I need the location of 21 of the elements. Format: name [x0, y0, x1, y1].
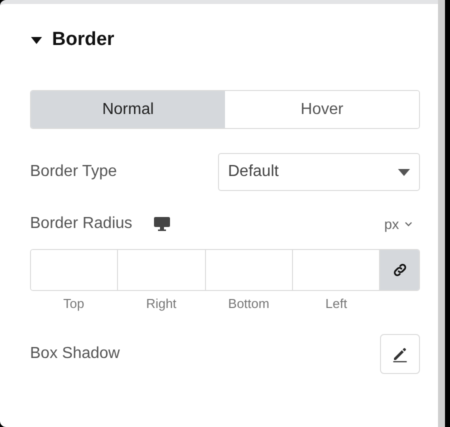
side-label: Right: [145, 296, 178, 311]
field-label: Box Shadow: [30, 345, 120, 363]
border-type-select[interactable]: Default: [218, 153, 420, 191]
edit-button[interactable]: [380, 334, 420, 374]
pencil-icon: [391, 345, 409, 363]
unit-select[interactable]: px: [384, 216, 420, 232]
desktop-icon[interactable]: [154, 217, 170, 231]
side-label: Left: [324, 296, 348, 311]
chevron-icon: [405, 222, 412, 226]
input-field[interactable]: [31, 250, 118, 290]
link-button[interactable]: [379, 250, 419, 290]
section-title[interactable]: Border: [52, 29, 114, 51]
side-label: Bottom: [227, 296, 270, 311]
link-icon: [392, 262, 408, 278]
scrollbar[interactable]: [438, 0, 445, 427]
caret-icon[interactable]: [31, 36, 42, 44]
side-label: Top: [62, 296, 86, 311]
field-label: Border Type: [30, 163, 117, 181]
field-label: Border Radius: [30, 215, 132, 233]
tab[interactable]: Normal: [31, 91, 225, 128]
caret-icon: [398, 168, 410, 176]
